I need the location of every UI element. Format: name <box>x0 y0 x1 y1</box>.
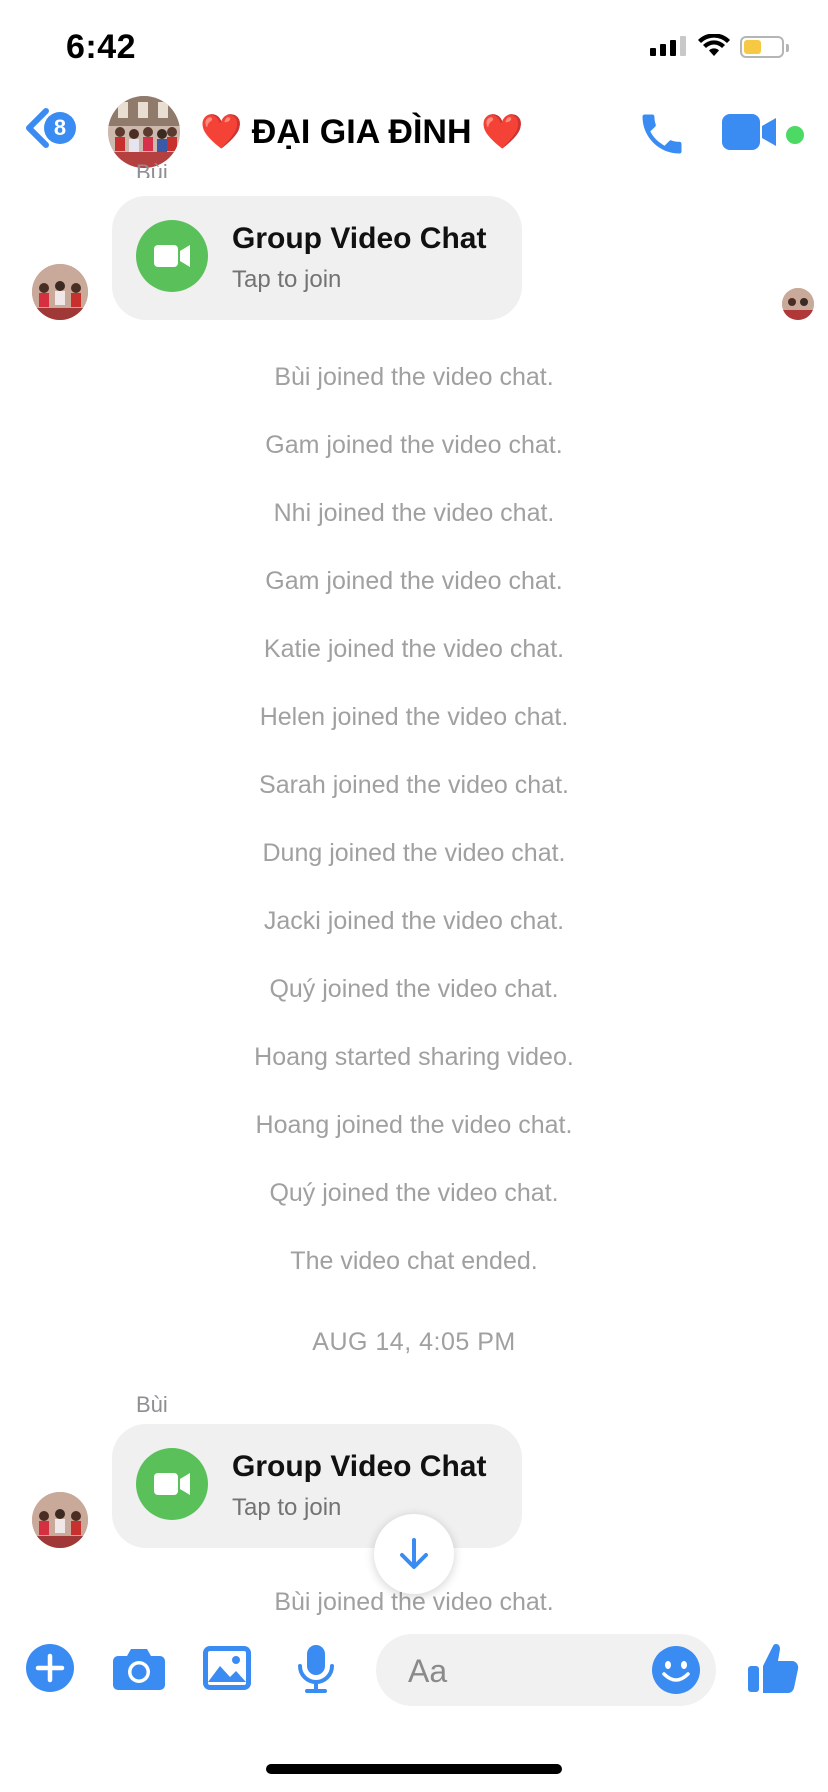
microphone-icon <box>298 1645 334 1693</box>
message-input-container[interactable] <box>376 1634 716 1706</box>
system-message: Gam joined the video chat. <box>265 567 563 595</box>
video-camera-icon <box>136 1448 208 1520</box>
system-message: Dung joined the video chat. <box>262 839 566 867</box>
battery-icon <box>740 36 789 58</box>
sender-name: Bùi <box>136 1392 168 1417</box>
conversation-title[interactable]: ❤️ ĐẠI GIA ĐÌNH ❤️ <box>200 112 523 152</box>
system-message: The video chat ended. <box>290 1247 538 1275</box>
arrow-down-icon <box>400 1538 428 1569</box>
back-button[interactable]: 8 <box>24 108 76 148</box>
like-button[interactable] <box>746 1640 800 1701</box>
emoji-button[interactable] <box>652 1646 700 1699</box>
avatar[interactable] <box>32 1492 88 1548</box>
more-actions-button[interactable] <box>26 1644 74 1697</box>
group-video-chat-card[interactable]: Group Video Chat Tap to join <box>112 1424 522 1548</box>
system-message: Helen joined the video chat. <box>259 703 569 731</box>
home-indicator <box>266 1764 562 1774</box>
system-message: Nhi joined the video chat. <box>273 499 555 527</box>
photo-icon <box>203 1646 251 1690</box>
thumbs-up-icon <box>748 1644 799 1693</box>
system-message: Quý joined the video chat. <box>269 975 559 1003</box>
status-time: 6:42 <box>66 28 137 66</box>
read-receipt-avatar <box>782 288 814 320</box>
cellular-signal-icon <box>650 36 686 56</box>
card-subtitle: Tap to join <box>232 1494 342 1521</box>
card-title: Group Video Chat <box>232 1450 487 1483</box>
heart-emoji-right: ❤️ <box>481 113 524 151</box>
scroll-to-bottom-button[interactable] <box>374 1514 454 1594</box>
video-call-button[interactable] <box>722 112 778 157</box>
heart-emoji-left: ❤️ <box>200 113 243 151</box>
video-camera-icon <box>136 220 208 292</box>
system-message: Jacki joined the video chat. <box>263 907 565 935</box>
date-separator: AUG 14, 4:05 PM <box>312 1328 516 1356</box>
group-avatar[interactable] <box>108 96 180 168</box>
voice-message-button[interactable] <box>296 1644 336 1699</box>
sender-name: Bùi <box>136 160 168 178</box>
avatar[interactable] <box>32 264 88 320</box>
phone-icon <box>642 114 682 154</box>
conversation-title-text: ĐẠI GIA ĐÌNH <box>251 113 472 151</box>
camera-button[interactable] <box>112 1644 166 1697</box>
card-subtitle: Tap to join <box>232 266 342 293</box>
group-video-chat-card[interactable]: Group Video Chat Tap to join <box>112 196 522 320</box>
system-message: Katie joined the video chat. <box>263 635 565 663</box>
system-message: Bùi joined the video chat. <box>274 363 554 391</box>
audio-call-button[interactable] <box>636 108 688 165</box>
card-title: Group Video Chat <box>232 222 487 255</box>
system-message: Sarah joined the video chat. <box>259 771 569 799</box>
camera-icon <box>113 1649 165 1690</box>
video-camera-icon <box>722 114 776 150</box>
wifi-icon <box>698 33 730 63</box>
emoji-icon <box>652 1646 700 1694</box>
message-input[interactable] <box>406 1648 630 1694</box>
system-message: Quý joined the video chat. <box>269 1179 559 1207</box>
unread-count-badge: 8 <box>44 112 76 144</box>
system-message-list: Bùi joined the video chat. Gam joined th… <box>0 358 828 1310</box>
system-message: Gam joined the video chat. <box>265 431 563 459</box>
system-message: Hoang joined the video chat. <box>255 1111 573 1139</box>
active-status-dot <box>786 126 804 144</box>
gallery-button[interactable] <box>202 1644 252 1697</box>
system-message: Hoang started sharing video. <box>254 1043 574 1071</box>
plus-icon <box>26 1644 74 1692</box>
